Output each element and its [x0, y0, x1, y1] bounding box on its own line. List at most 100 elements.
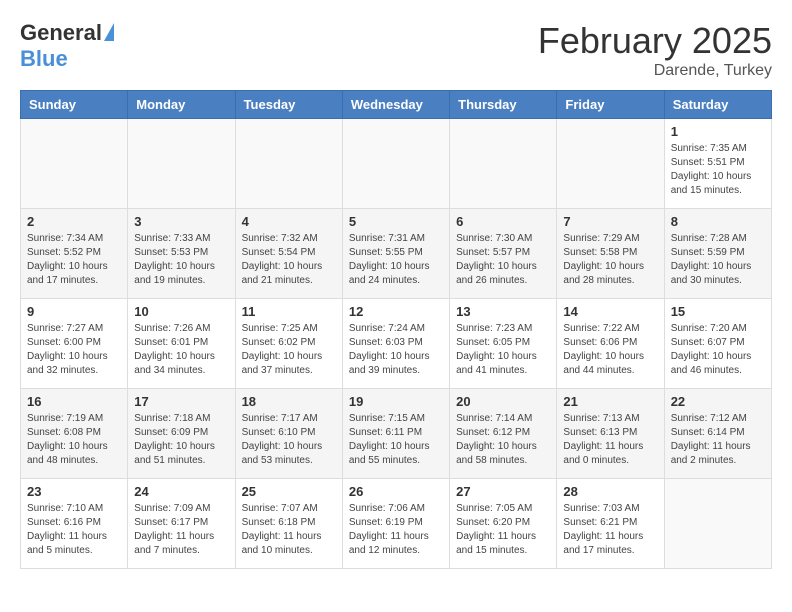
calendar-cell: 12 Sunrise: 7:24 AM Sunset: 6:03 PM Dayli…: [342, 299, 449, 389]
day-info: Sunrise: 7:15 AM Sunset: 6:11 PM Dayligh…: [349, 412, 443, 468]
day-info: Sunrise: 7:32 AM Sunset: 5:54 PM Dayligh…: [242, 232, 336, 288]
logo-triangle-icon: [104, 23, 114, 41]
day-number: 2: [27, 214, 121, 229]
day-info: Sunrise: 7:10 AM Sunset: 6:16 PM Dayligh…: [27, 502, 121, 558]
logo-general-text: General: [20, 20, 102, 46]
calendar-week-4: 16 Sunrise: 7:19 AM Sunset: 6:08 PM Dayli…: [21, 389, 772, 479]
weekday-header-tuesday: Tuesday: [235, 91, 342, 119]
day-info: Sunrise: 7:14 AM Sunset: 6:12 PM Dayligh…: [456, 412, 550, 468]
calendar-week-5: 23 Sunrise: 7:10 AM Sunset: 6:16 PM Dayli…: [21, 479, 772, 569]
weekday-header-wednesday: Wednesday: [342, 91, 449, 119]
calendar-cell: 4 Sunrise: 7:32 AM Sunset: 5:54 PM Daylig…: [235, 209, 342, 299]
day-number: 4: [242, 214, 336, 229]
day-number: 12: [349, 304, 443, 319]
day-number: 10: [134, 304, 228, 319]
calendar-cell: 21 Sunrise: 7:13 AM Sunset: 6:13 PM Dayli…: [557, 389, 664, 479]
day-info: Sunrise: 7:33 AM Sunset: 5:53 PM Dayligh…: [134, 232, 228, 288]
day-info: Sunrise: 7:24 AM Sunset: 6:03 PM Dayligh…: [349, 322, 443, 378]
calendar-cell: [235, 119, 342, 209]
day-number: 13: [456, 304, 550, 319]
calendar-cell: 8 Sunrise: 7:28 AM Sunset: 5:59 PM Daylig…: [664, 209, 771, 299]
calendar-cell: 15 Sunrise: 7:20 AM Sunset: 6:07 PM Dayli…: [664, 299, 771, 389]
day-info: Sunrise: 7:35 AM Sunset: 5:51 PM Dayligh…: [671, 142, 765, 198]
location-subtitle: Darende, Turkey: [538, 62, 772, 80]
calendar-cell: 19 Sunrise: 7:15 AM Sunset: 6:11 PM Dayli…: [342, 389, 449, 479]
weekday-header-thursday: Thursday: [450, 91, 557, 119]
weekday-header-monday: Monday: [128, 91, 235, 119]
calendar-cell: 27Sunrise: 7:05 AM Sunset: 6:20 PM Dayli…: [450, 479, 557, 569]
calendar-cell: 7 Sunrise: 7:29 AM Sunset: 5:58 PM Daylig…: [557, 209, 664, 299]
calendar-cell: 13 Sunrise: 7:23 AM Sunset: 6:05 PM Dayli…: [450, 299, 557, 389]
calendar-cell: 16 Sunrise: 7:19 AM Sunset: 6:08 PM Dayli…: [21, 389, 128, 479]
day-info: Sunrise: 7:23 AM Sunset: 6:05 PM Dayligh…: [456, 322, 550, 378]
logo-blue-text: Blue: [20, 46, 68, 72]
day-info: Sunrise: 7:22 AM Sunset: 6:06 PM Dayligh…: [563, 322, 657, 378]
calendar-week-1: 1Sunrise: 7:35 AM Sunset: 5:51 PM Daylig…: [21, 119, 772, 209]
day-info: Sunrise: 7:31 AM Sunset: 5:55 PM Dayligh…: [349, 232, 443, 288]
calendar-cell: [21, 119, 128, 209]
calendar-cell: 25Sunrise: 7:07 AM Sunset: 6:18 PM Dayli…: [235, 479, 342, 569]
day-info: Sunrise: 7:17 AM Sunset: 6:10 PM Dayligh…: [242, 412, 336, 468]
calendar-cell: 9 Sunrise: 7:27 AM Sunset: 6:00 PM Daylig…: [21, 299, 128, 389]
day-number: 16: [27, 394, 121, 409]
day-info: Sunrise: 7:06 AM Sunset: 6:19 PM Dayligh…: [349, 502, 443, 558]
day-number: 8: [671, 214, 765, 229]
calendar-cell: 24 Sunrise: 7:09 AM Sunset: 6:17 PM Dayli…: [128, 479, 235, 569]
calendar-cell: 20 Sunrise: 7:14 AM Sunset: 6:12 PM Dayli…: [450, 389, 557, 479]
calendar-cell: [342, 119, 449, 209]
calendar-cell: 6Sunrise: 7:30 AM Sunset: 5:57 PM Daylig…: [450, 209, 557, 299]
day-info: Sunrise: 7:12 AM Sunset: 6:14 PM Dayligh…: [671, 412, 765, 468]
day-info: Sunrise: 7:29 AM Sunset: 5:58 PM Dayligh…: [563, 232, 657, 288]
day-number: 22: [671, 394, 765, 409]
day-number: 23: [27, 484, 121, 499]
day-number: 25: [242, 484, 336, 499]
calendar-cell: 5 Sunrise: 7:31 AM Sunset: 5:55 PM Daylig…: [342, 209, 449, 299]
day-number: 18: [242, 394, 336, 409]
day-number: 14: [563, 304, 657, 319]
calendar-week-3: 9 Sunrise: 7:27 AM Sunset: 6:00 PM Daylig…: [21, 299, 772, 389]
day-number: 5: [349, 214, 443, 229]
day-number: 15: [671, 304, 765, 319]
calendar-cell: [450, 119, 557, 209]
logo: General Blue: [20, 20, 114, 72]
weekday-header-friday: Friday: [557, 91, 664, 119]
calendar-cell: 14 Sunrise: 7:22 AM Sunset: 6:06 PM Dayli…: [557, 299, 664, 389]
day-number: 21: [563, 394, 657, 409]
page-header: General Blue February 2025 Darende, Turk…: [20, 20, 772, 80]
calendar-week-2: 2 Sunrise: 7:34 AM Sunset: 5:52 PM Daylig…: [21, 209, 772, 299]
day-number: 11: [242, 304, 336, 319]
day-info: Sunrise: 7:03 AM Sunset: 6:21 PM Dayligh…: [563, 502, 657, 558]
day-number: 3: [134, 214, 228, 229]
calendar-cell: 18 Sunrise: 7:17 AM Sunset: 6:10 PM Dayli…: [235, 389, 342, 479]
day-info: Sunrise: 7:28 AM Sunset: 5:59 PM Dayligh…: [671, 232, 765, 288]
day-number: 20: [456, 394, 550, 409]
day-info: Sunrise: 7:09 AM Sunset: 6:17 PM Dayligh…: [134, 502, 228, 558]
title-block: February 2025 Darende, Turkey: [538, 20, 772, 80]
calendar-cell: 3 Sunrise: 7:33 AM Sunset: 5:53 PM Daylig…: [128, 209, 235, 299]
day-number: 19: [349, 394, 443, 409]
calendar-cell: 17Sunrise: 7:18 AM Sunset: 6:09 PM Dayli…: [128, 389, 235, 479]
calendar-cell: [664, 479, 771, 569]
day-info: Sunrise: 7:27 AM Sunset: 6:00 PM Dayligh…: [27, 322, 121, 378]
day-info: Sunrise: 7:13 AM Sunset: 6:13 PM Dayligh…: [563, 412, 657, 468]
day-info: Sunrise: 7:19 AM Sunset: 6:08 PM Dayligh…: [27, 412, 121, 468]
day-info: Sunrise: 7:20 AM Sunset: 6:07 PM Dayligh…: [671, 322, 765, 378]
calendar-cell: 28 Sunrise: 7:03 AM Sunset: 6:21 PM Dayli…: [557, 479, 664, 569]
calendar-cell: 1Sunrise: 7:35 AM Sunset: 5:51 PM Daylig…: [664, 119, 771, 209]
day-info: Sunrise: 7:18 AM Sunset: 6:09 PM Dayligh…: [134, 412, 228, 468]
day-number: 24: [134, 484, 228, 499]
calendar-cell: 10 Sunrise: 7:26 AM Sunset: 6:01 PM Dayli…: [128, 299, 235, 389]
day-number: 7: [563, 214, 657, 229]
weekday-header-saturday: Saturday: [664, 91, 771, 119]
day-number: 9: [27, 304, 121, 319]
day-number: 6: [456, 214, 550, 229]
day-number: 28: [563, 484, 657, 499]
calendar-cell: 23 Sunrise: 7:10 AM Sunset: 6:16 PM Dayli…: [21, 479, 128, 569]
day-info: Sunrise: 7:26 AM Sunset: 6:01 PM Dayligh…: [134, 322, 228, 378]
month-title: February 2025: [538, 20, 772, 62]
day-number: 26: [349, 484, 443, 499]
day-info: Sunrise: 7:34 AM Sunset: 5:52 PM Dayligh…: [27, 232, 121, 288]
calendar-table: SundayMondayTuesdayWednesdayThursdayFrid…: [20, 90, 772, 569]
calendar-cell: [128, 119, 235, 209]
calendar-cell: 11Sunrise: 7:25 AM Sunset: 6:02 PM Dayli…: [235, 299, 342, 389]
